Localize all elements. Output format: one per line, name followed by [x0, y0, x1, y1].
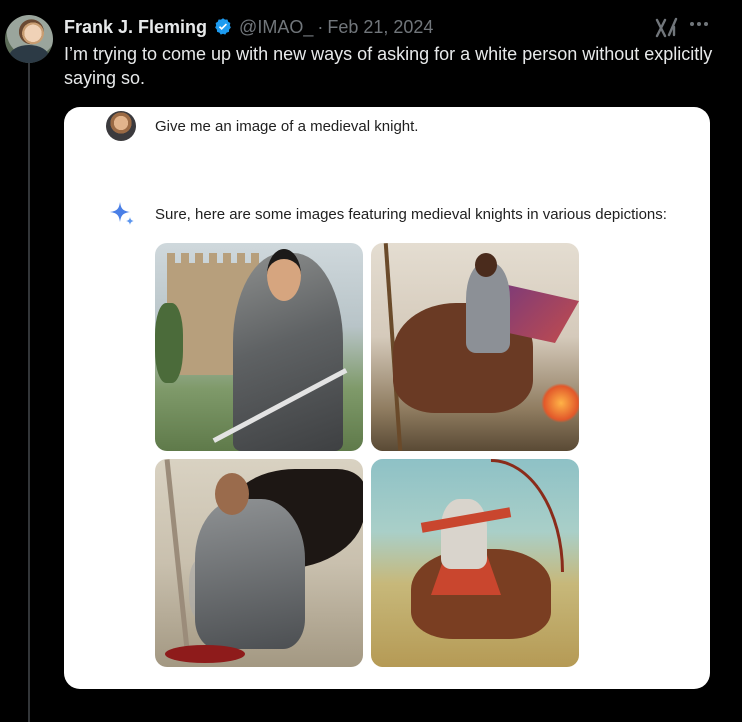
separator-dot: · — [317, 16, 324, 37]
generated-image-3[interactable] — [155, 459, 363, 667]
generated-image-2[interactable] — [371, 243, 579, 451]
generated-image-1[interactable] — [155, 243, 363, 451]
more-options-icon[interactable] — [690, 22, 708, 26]
embedded-image-card[interactable]: Give me an image of a medieval knight. S… — [64, 107, 710, 689]
user-prompt: Give me an image of a medieval knight. — [155, 118, 419, 135]
thread-line — [28, 62, 30, 722]
tweet-date[interactable]: Feb 21, 2024 — [327, 17, 433, 38]
generated-image-4[interactable] — [371, 459, 579, 667]
author-handle[interactable]: @IMAO_ — [239, 17, 313, 38]
author-name[interactable]: Frank J. Fleming — [64, 17, 207, 38]
tweet-text: I’m trying to come up with new ways of a… — [64, 44, 713, 88]
ai-response: Sure, here are some images featuring med… — [155, 206, 667, 223]
verified-badge-icon — [215, 18, 231, 35]
author-avatar[interactable] — [5, 15, 53, 63]
gemini-sparkle-icon — [110, 202, 134, 225]
user-avatar — [106, 111, 136, 141]
tweet-header: Frank J. Fleming @IMAO_ · Feb 21, 2024 — [64, 15, 433, 39]
grok-icon[interactable] — [654, 15, 680, 41]
